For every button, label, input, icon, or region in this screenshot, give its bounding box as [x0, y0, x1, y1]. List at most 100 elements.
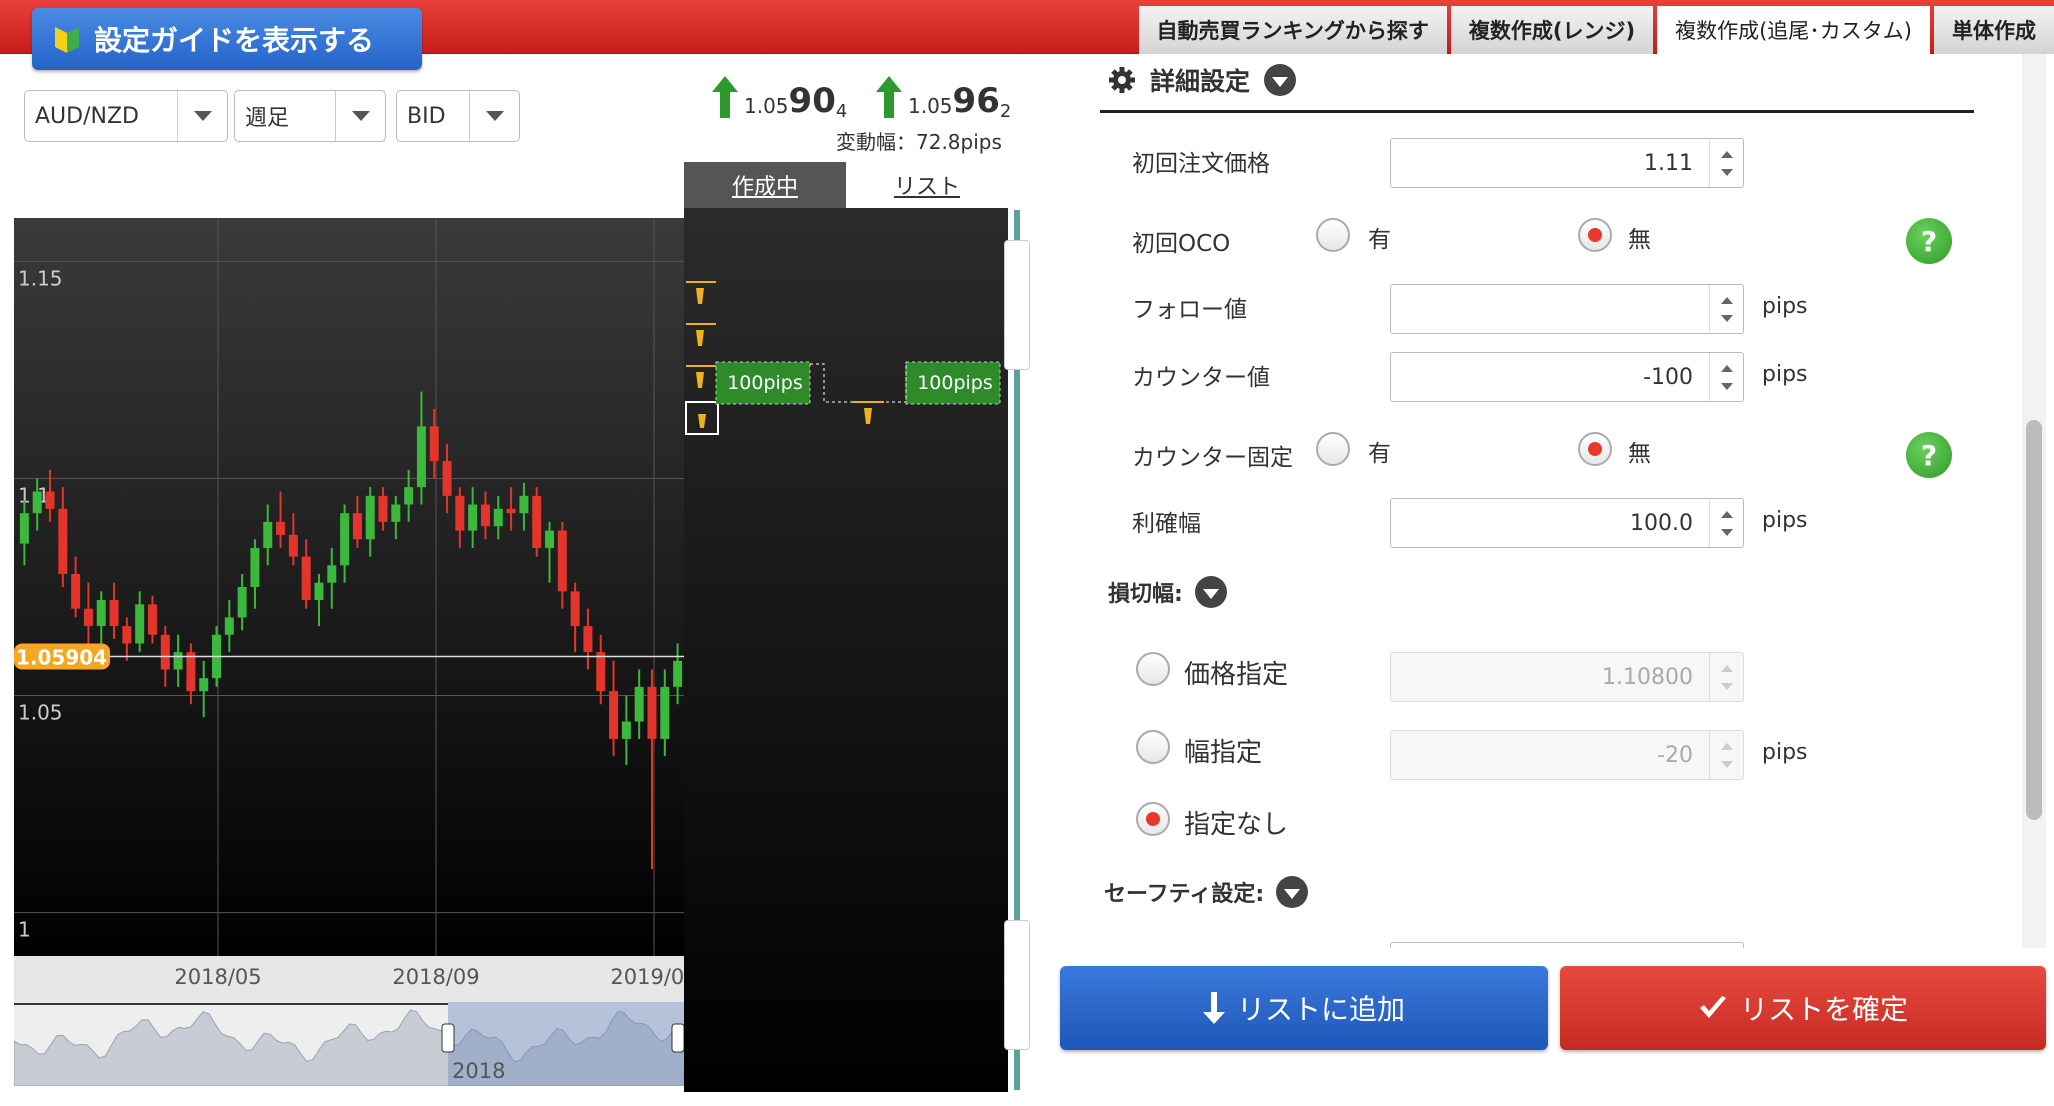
tab-creating[interactable]: 作成中 [684, 162, 846, 208]
candle [122, 626, 132, 644]
oco-no-radio[interactable] [1578, 218, 1612, 252]
candle [83, 608, 93, 627]
stepper[interactable] [1709, 731, 1743, 779]
settings-header[interactable]: 詳細設定 [1108, 62, 1297, 98]
candle [634, 686, 644, 722]
candle [276, 521, 286, 535]
ask-price: 1.05 96 2 [876, 76, 1011, 122]
navigator-chart: 2018/05 2018/09 2019/01 2018 [13, 965, 698, 1087]
side-select-value: BID [407, 103, 446, 129]
candle [609, 691, 619, 739]
tab-multi-custom[interactable]: 複数作成(追尾･カスタム) [1657, 6, 1930, 54]
settings-scrollbar[interactable] [2026, 420, 2042, 820]
tab-ranking[interactable]: 自動売買ランキングから探す [1138, 6, 1447, 54]
bell-icon [864, 408, 872, 424]
candle [160, 634, 170, 670]
profit-label: 利確幅 [1132, 511, 1201, 537]
candle [545, 530, 555, 548]
confirm-list-label: リストを確定 [1739, 993, 1908, 1026]
stepper[interactable] [1709, 353, 1743, 401]
stop-loss-header[interactable]: 損切幅: [1108, 576, 1227, 608]
y-tick-label: 1.05 [18, 701, 63, 725]
price-chart[interactable]: 1.151.11.0511.05904 [14, 218, 684, 956]
stepper[interactable] [1709, 653, 1743, 701]
pips-label-2[interactable]: 100pips [910, 372, 1000, 394]
safety-label: セーフティ設定: [1104, 882, 1265, 907]
order-line-2 [686, 323, 716, 346]
candle [224, 617, 234, 635]
help-icon[interactable]: ? [1906, 218, 1952, 264]
candle [32, 491, 42, 514]
candle [340, 513, 350, 566]
oco-yes-label: 有 [1368, 227, 1391, 253]
unit-label: pips [1762, 740, 1808, 765]
profit-input[interactable]: 100.0 [1390, 498, 1744, 548]
pips-label-1[interactable]: 100pips [720, 372, 810, 394]
period-select[interactable]: 週足 [234, 90, 386, 142]
unit-label: pips [1762, 362, 1808, 387]
pair-select[interactable]: AUD/NZD [24, 90, 228, 142]
candle [378, 495, 388, 522]
candle [173, 652, 183, 670]
follow-input[interactable] [1390, 284, 1744, 334]
counter-fixed-no-label: 無 [1628, 441, 1651, 467]
tab-list[interactable]: リスト [846, 162, 1008, 208]
order-list-panel: 100pips 100pips [684, 162, 1008, 1092]
safety-header[interactable]: セーフティ設定: [1104, 876, 1309, 908]
add-to-list-button[interactable]: リストに追加 [1060, 966, 1548, 1050]
divider [1100, 110, 1974, 113]
counter-input[interactable]: -100 [1390, 352, 1744, 402]
stepper[interactable] [1709, 139, 1743, 187]
counter-fixed-no-radio[interactable] [1578, 432, 1612, 466]
show-guide-button[interactable]: 設定ガイドを表示する [32, 8, 422, 70]
chevron-down-icon [177, 91, 227, 141]
stepper[interactable] [1709, 499, 1743, 547]
candle [519, 495, 529, 514]
candle [442, 461, 452, 496]
stepper[interactable] [1709, 285, 1743, 333]
caret-down-icon [1264, 64, 1297, 96]
unit-label: pips [1762, 294, 1808, 319]
show-guide-label: 設定ガイドを表示する [94, 24, 375, 57]
stop-price-radio[interactable] [1136, 652, 1170, 686]
bell-icon [696, 288, 704, 304]
candle [109, 600, 119, 627]
tab-multi-range[interactable]: 複数作成(レンジ) [1450, 6, 1654, 54]
counter-fixed-yes-radio[interactable] [1316, 432, 1350, 466]
stop-price-input[interactable]: 1.10800 [1390, 652, 1744, 702]
chart-navigator[interactable]: 2018/05 2018/09 2019/01 2018 [13, 956, 698, 1087]
help-icon[interactable]: ? [1906, 432, 1952, 478]
candle [596, 652, 606, 692]
stop-none-radio[interactable] [1136, 802, 1170, 836]
candle [416, 426, 426, 488]
candle [45, 491, 55, 509]
candle [147, 604, 157, 635]
x-tick-label: 2018/05 [174, 965, 261, 989]
candlestick-chart: 1.151.11.0511.05904 [14, 218, 684, 956]
current-price-text: 1.05904 [16, 645, 107, 669]
safety-input-partial[interactable] [1390, 942, 1744, 948]
caret-down-icon [1194, 576, 1227, 608]
side-select[interactable]: BID [396, 90, 520, 142]
stop-width-radio[interactable] [1136, 730, 1170, 764]
first-price-input[interactable]: 1.11 [1390, 138, 1744, 188]
splitter-handle-bottom[interactable] [1004, 920, 1030, 1050]
candle [199, 678, 209, 692]
confirm-list-button[interactable]: リストを確定 [1560, 966, 2046, 1050]
stop-price-value: 1.10800 [1602, 664, 1693, 690]
down-arrow-icon [1202, 992, 1225, 1024]
caret-down-icon [1276, 876, 1309, 908]
splitter-handle-top[interactable] [1004, 240, 1030, 370]
stop-price-label: 価格指定 [1184, 660, 1289, 690]
candle [314, 582, 324, 601]
stop-loss-label: 損切幅: [1108, 582, 1183, 607]
candle [647, 686, 657, 739]
candle [480, 504, 490, 527]
navigator-handle-right [671, 1023, 685, 1053]
bid-sub: 4 [835, 101, 848, 122]
ask-sub: 2 [999, 101, 1012, 122]
stop-width-input[interactable]: -20 [1390, 730, 1744, 780]
oco-yes-radio[interactable] [1316, 218, 1350, 252]
tab-single[interactable]: 単体作成 [1934, 6, 2054, 54]
chevron-down-icon [335, 91, 385, 141]
